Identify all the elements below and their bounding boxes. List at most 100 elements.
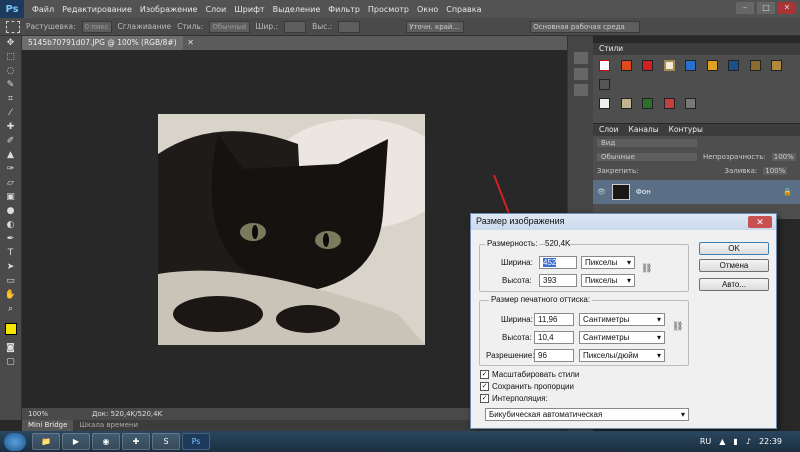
clock[interactable]: 22:39 <box>759 437 782 446</box>
history-brush-icon[interactable]: ✑ <box>3 164 19 175</box>
layer-name[interactable]: Фон <box>636 188 651 196</box>
menu-layers[interactable]: Слои <box>201 5 230 14</box>
media-player-taskbar-icon[interactable]: ▶ <box>62 433 90 450</box>
tab-paths[interactable]: Контуры <box>669 125 703 135</box>
tab-close-icon[interactable]: ✕ <box>187 38 194 47</box>
marquee-tool-icon[interactable] <box>6 20 20 33</box>
print-width-unit[interactable]: Сантиметры ▾ <box>579 313 665 326</box>
style-swatch[interactable] <box>599 60 610 71</box>
width-input[interactable] <box>284 20 307 33</box>
scale-styles-checkbox[interactable]: ✓ Масштабировать стили <box>480 370 579 380</box>
document-tab[interactable]: 5145b70791d07.JPG @ 100% (RGB/8#) <box>22 36 183 50</box>
menu-view[interactable]: Просмотр <box>364 5 413 14</box>
style-swatch[interactable] <box>599 98 610 109</box>
refine-edge-button[interactable]: Уточн. край... <box>406 20 465 33</box>
print-width-input[interactable]: 11,96 <box>534 313 574 326</box>
style-swatch[interactable] <box>685 98 697 109</box>
resolution-input[interactable]: 96 <box>534 349 574 362</box>
eraser-icon[interactable]: ▱ <box>3 178 19 189</box>
ok-button[interactable]: OK <box>699 242 769 255</box>
visibility-eye-icon[interactable]: 👁 <box>597 188 606 196</box>
style-swatch[interactable] <box>663 60 675 71</box>
styles-panel-title[interactable]: Стили <box>599 44 623 54</box>
chrome-taskbar-icon[interactable]: ◉ <box>92 433 120 450</box>
workspace-select[interactable]: Основная рабочая среда <box>530 20 641 33</box>
resolution-unit[interactable]: Пикселы/дюйм ▾ <box>579 349 665 362</box>
brush-icon[interactable]: ✐ <box>3 136 19 147</box>
actions-panel-icon[interactable] <box>573 68 588 80</box>
menu-file[interactable]: Файл <box>28 5 58 14</box>
tray-arrow-icon[interactable]: ▲ <box>719 437 725 446</box>
style-swatch[interactable] <box>771 60 783 71</box>
minimize-icon[interactable]: – <box>736 2 754 14</box>
path-select-icon[interactable]: ➤ <box>3 262 19 273</box>
pixel-height-input[interactable]: 393 <box>539 274 577 287</box>
print-height-input[interactable]: 10,4 <box>534 331 574 344</box>
type-icon[interactable]: T <box>3 248 19 259</box>
opacity-input[interactable]: 100% <box>771 153 796 161</box>
style-select[interactable]: Обычный <box>209 20 250 33</box>
dialog-close-button[interactable]: ✕ <box>748 216 772 228</box>
menu-window[interactable]: Окно <box>413 5 442 14</box>
blend-mode-select[interactable]: Обычные <box>597 153 697 161</box>
blur-icon[interactable]: ● <box>3 206 19 217</box>
style-swatch[interactable] <box>642 60 654 71</box>
resample-method-select[interactable]: Бикубическая автоматическая ▾ <box>485 408 689 421</box>
auto-button[interactable]: Авто... <box>699 278 769 291</box>
style-swatch[interactable] <box>599 79 610 90</box>
constrain-proportions-checkbox[interactable]: ✓ Сохранить пропорции <box>480 382 574 392</box>
photoshop-taskbar-icon[interactable]: Ps <box>182 433 210 450</box>
zoom-level[interactable]: 100% <box>28 410 48 418</box>
style-swatch[interactable] <box>685 60 697 71</box>
shape-icon[interactable]: ▭ <box>3 276 19 287</box>
screen-mode-icon[interactable]: ▢ <box>3 357 19 368</box>
cancel-button[interactable]: Отмена <box>699 259 769 272</box>
style-swatch[interactable] <box>620 98 632 109</box>
pixel-width-input[interactable]: 452 <box>539 256 577 269</box>
tab-channels[interactable]: Каналы <box>629 125 659 135</box>
green-app-taskbar-icon[interactable]: ✚ <box>122 433 150 450</box>
print-height-unit[interactable]: Сантиметры ▾ <box>579 331 665 344</box>
close-icon[interactable]: ✕ <box>778 2 796 14</box>
tab-timeline[interactable]: Шкала времени <box>73 420 144 431</box>
menu-select[interactable]: Выделение <box>269 5 325 14</box>
quick-mask-icon[interactable]: ◙ <box>3 343 19 354</box>
volume-icon[interactable]: ♪ <box>746 437 751 446</box>
history-panel-icon[interactable] <box>573 52 588 64</box>
foreground-color-swatch[interactable] <box>4 323 17 335</box>
eyedropper-icon[interactable]: ⁄ <box>3 108 19 119</box>
layer-filter-kind[interactable]: Вид <box>597 139 697 147</box>
antialias-checkbox[interactable]: Сглаживание <box>118 22 172 31</box>
pixel-width-unit[interactable]: Пикселы ▾ <box>581 256 635 269</box>
resample-checkbox[interactable]: ✓ Интерполяция: <box>480 394 548 404</box>
fill-input[interactable]: 100% <box>763 167 788 175</box>
tab-mini-bridge[interactable]: Mini Bridge <box>22 420 74 431</box>
network-icon[interactable]: ▮ <box>733 437 737 446</box>
menu-edit[interactable]: Редактирование <box>58 5 136 14</box>
height-input[interactable] <box>338 20 361 33</box>
style-swatch[interactable] <box>620 60 632 71</box>
language-indicator[interactable]: RU <box>700 437 711 446</box>
healing-icon[interactable]: ✚ <box>3 122 19 133</box>
menu-help[interactable]: Справка <box>442 5 485 14</box>
tab-layers[interactable]: Слои <box>599 125 619 135</box>
skype-taskbar-icon[interactable]: S <box>152 433 180 450</box>
menu-filter[interactable]: Фильтр <box>324 5 364 14</box>
feather-input[interactable]: 0 пикс <box>81 20 112 33</box>
style-swatch[interactable] <box>642 98 654 109</box>
pen-icon[interactable]: ✒ <box>3 234 19 245</box>
hand-icon[interactable]: ✋ <box>3 290 19 301</box>
menu-image[interactable]: Изображение <box>136 5 202 14</box>
crop-icon[interactable]: ⌗ <box>3 94 19 105</box>
gradient-icon[interactable]: ▣ <box>3 192 19 203</box>
pixel-height-unit[interactable]: Пикселы ▾ <box>581 274 635 287</box>
dodge-icon[interactable]: ◐ <box>3 220 19 231</box>
zoom-icon[interactable]: ⌕ <box>3 304 19 315</box>
stamp-icon[interactable]: ▲ <box>3 150 19 161</box>
style-swatch[interactable] <box>706 60 718 71</box>
layer-row-background[interactable]: 👁 Фон 🔒 <box>593 180 800 204</box>
properties-panel-icon[interactable] <box>573 84 588 96</box>
move-tool-icon[interactable]: ✥ <box>3 38 19 49</box>
style-swatch[interactable] <box>663 98 675 109</box>
style-swatch[interactable] <box>749 60 761 71</box>
